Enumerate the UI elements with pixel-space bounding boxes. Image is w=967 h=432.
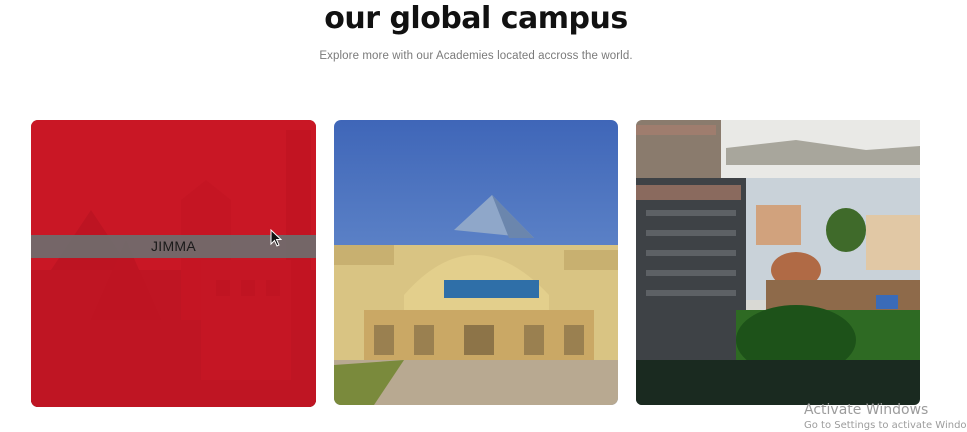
campus-photo <box>636 120 920 405</box>
campus-card-3[interactable] <box>636 120 920 405</box>
campus-photo <box>334 120 618 405</box>
campus-card-2[interactable] <box>334 120 618 405</box>
activate-windows-watermark: Activate Windows Go to Settings to activ… <box>804 402 967 432</box>
section-subtitle: Explore more with our Academies located … <box>319 50 633 62</box>
watermark-title: Activate Windows <box>804 402 929 418</box>
hover-overlay <box>31 120 316 407</box>
section-title: our global campus <box>324 1 628 36</box>
mouse-cursor-icon <box>270 229 282 247</box>
watermark-hint: Go to Settings to activate Windows. <box>804 420 967 431</box>
campus-card-jimma[interactable]: JIMMA <box>31 120 316 407</box>
